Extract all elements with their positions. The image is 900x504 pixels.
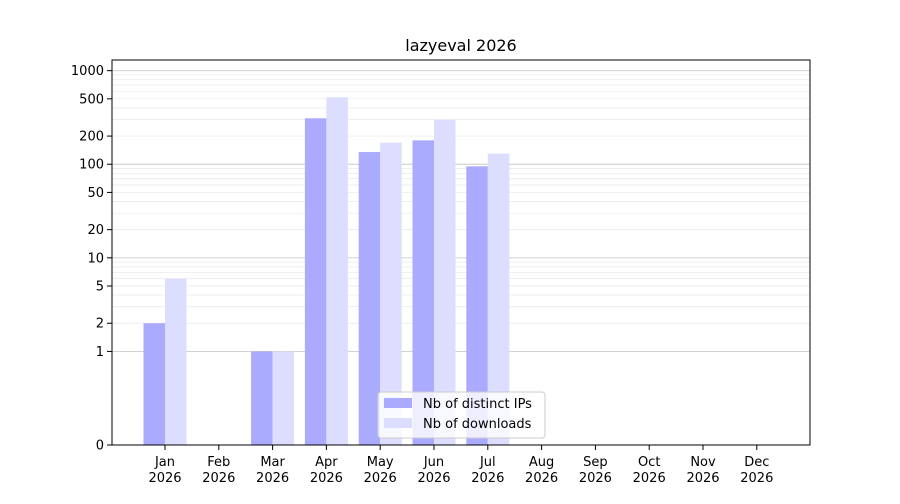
bar-distinct-ips-jan xyxy=(143,323,165,445)
y-tick-label: 10 xyxy=(87,251,104,266)
y-tick-label: 1 xyxy=(96,345,104,360)
x-tick-label-month: May xyxy=(367,455,394,470)
bar-downloads-jan xyxy=(165,278,187,445)
chart-root: 0 1 2 5 10 20 50 100 200 500 1000 Jan 2026 Feb 2026 Mar… xyxy=(0,0,900,500)
x-tick-label-year: 2026 xyxy=(579,471,612,486)
legend-swatch xyxy=(384,418,412,428)
bar-downloads-mar xyxy=(272,351,295,445)
x-tick-label-year: 2026 xyxy=(686,471,719,486)
x-tick-label-year: 2026 xyxy=(740,471,773,486)
x-tick-label-month: Apr xyxy=(315,455,338,470)
legend-swatch xyxy=(384,398,412,408)
y-tick-label: 100 xyxy=(79,158,104,173)
x-tick-label-month: Aug xyxy=(529,455,554,470)
y-tick-label: 1000 xyxy=(71,64,104,79)
bar-distinct-ips-apr xyxy=(304,118,327,445)
grid-layer xyxy=(112,70,810,352)
x-tick-label-year: 2026 xyxy=(525,471,558,486)
x-tick-label-year: 2026 xyxy=(364,471,397,486)
y-tick-label: 500 xyxy=(79,92,104,107)
x-tick-label-year: 2026 xyxy=(148,471,181,486)
x-tick-label-year: 2026 xyxy=(471,471,504,486)
legend-label: Nb of distinct IPs xyxy=(423,397,532,412)
x-tick-label-month: Mar xyxy=(260,455,285,470)
bar-downloads-apr xyxy=(326,97,348,445)
legend: Nb of distinct IPs Nb of downloads xyxy=(377,391,546,439)
bar-distinct-ips-may xyxy=(358,152,381,445)
y-tick-label: 200 xyxy=(79,130,104,145)
x-tick-label-month: Jun xyxy=(423,455,444,470)
legend-label: Nb of downloads xyxy=(423,417,532,432)
x-tick-label-month: Oct xyxy=(638,455,660,470)
plot-frame xyxy=(111,59,811,446)
x-tick-label-year: 2026 xyxy=(310,471,343,486)
x-tick-label-year: 2026 xyxy=(417,471,450,486)
x-tick-label-month: Jul xyxy=(479,455,496,470)
y-tick-label: 5 xyxy=(96,280,104,295)
chart-svg: 01251020501002005001000Jan2026Feb2026Mar… xyxy=(71,36,811,486)
x-tick-label-year: 2026 xyxy=(202,471,235,486)
y-tick-label: 0 xyxy=(96,439,104,454)
x-tick-label-month: Dec xyxy=(744,455,769,470)
x-tick-label-month: Jan xyxy=(154,455,175,470)
y-tick-label: 20 xyxy=(87,223,104,238)
y-tick-label: 50 xyxy=(87,186,104,201)
y-tick-label: 2 xyxy=(96,317,104,332)
x-tick-label-month: Nov xyxy=(690,455,716,470)
x-tick-label-month: Feb xyxy=(207,455,230,470)
x-tick-label-year: 2026 xyxy=(256,471,289,486)
chart-title: lazyeval 2026 xyxy=(405,36,516,55)
x-tick-label-year: 2026 xyxy=(633,471,666,486)
x-tick-label-month: Sep xyxy=(583,455,608,470)
bar-distinct-ips-mar xyxy=(251,351,273,445)
